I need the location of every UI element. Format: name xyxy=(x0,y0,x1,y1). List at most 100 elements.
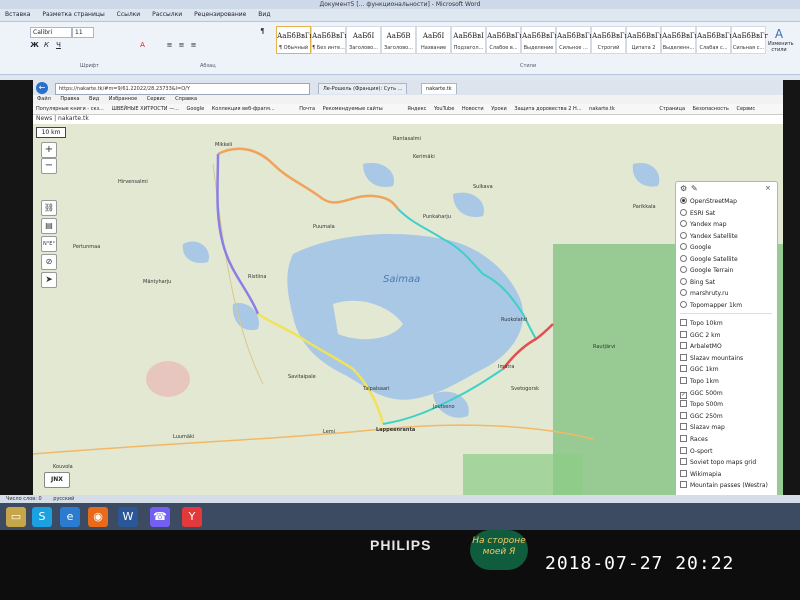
favorite-link[interactable]: ШВЕЙНЫЕ ХИТРОСТИ —... xyxy=(112,106,179,112)
coordinates-icon[interactable]: N°E° xyxy=(41,236,57,252)
ribbon-tab-references[interactable]: Ссылки xyxy=(117,10,141,20)
checkbox[interactable] xyxy=(680,423,687,431)
overlay-layer-option[interactable]: Soviet topo maps grid xyxy=(680,457,756,468)
align-left-button[interactable]: ≡ xyxy=(165,41,174,50)
checkbox[interactable] xyxy=(680,469,687,477)
radio-button[interactable] xyxy=(680,208,687,216)
style-item[interactable]: АаБбВвГг Сильное ... xyxy=(556,26,593,54)
favorite-link[interactable]: Уроки xyxy=(491,106,507,112)
overlay-layer-option[interactable]: Topo 500m xyxy=(680,399,723,410)
toolbar-security[interactable]: Безопасность xyxy=(693,106,729,112)
explorer-folder-icon[interactable]: ▭ xyxy=(6,507,26,527)
favorite-link[interactable]: YouTube xyxy=(434,106,454,112)
checkbox[interactable] xyxy=(680,400,687,408)
viber-icon[interactable]: ☎ xyxy=(150,507,170,527)
favorite-link[interactable]: Новости xyxy=(462,106,484,112)
align-right-button[interactable]: ≡ xyxy=(189,41,198,50)
underline-button[interactable]: Ч xyxy=(54,41,63,50)
checkbox[interactable] xyxy=(680,365,687,373)
favorite-link[interactable]: Google xyxy=(187,106,205,112)
style-item[interactable]: АаБбВ Заголово... xyxy=(381,26,416,54)
radio-button[interactable] xyxy=(680,254,687,262)
radio-button[interactable] xyxy=(680,243,687,250)
overlay-layer-option[interactable]: Races xyxy=(680,434,708,445)
change-styles-button[interactable]: A Изменить стили xyxy=(768,27,794,57)
url-input[interactable]: https://nakarte.tk/#m=9/61.22022/28.2373… xyxy=(55,83,310,95)
word-icon[interactable]: W xyxy=(118,507,138,527)
toolbar-tools[interactable]: Сервис xyxy=(736,106,755,112)
style-item[interactable]: АаБбВвГг ¶ Без инте... xyxy=(311,26,348,54)
overlay-layer-option[interactable]: GGC 2 km xyxy=(680,330,720,341)
checkbox[interactable] xyxy=(680,330,687,338)
base-layer-option[interactable]: Yandex Satellite xyxy=(680,231,738,242)
gear-icon[interactable]: ⚙ xyxy=(680,184,687,193)
checkbox[interactable]: ✓ xyxy=(680,391,687,399)
menu-view[interactable]: Вид xyxy=(89,96,99,102)
style-item[interactable]: АаБбВвГг Цитата 2 xyxy=(626,26,663,54)
favorite-link[interactable]: Популярные книги - скз... xyxy=(36,106,104,112)
overlay-layer-option[interactable]: ✓ GGC 500m xyxy=(680,388,723,399)
checkbox[interactable] xyxy=(680,411,687,419)
jnx-button[interactable]: JNX xyxy=(44,472,70,488)
menu-favorites[interactable]: Избранное xyxy=(109,96,137,102)
radio-button[interactable] xyxy=(680,266,687,273)
style-item[interactable]: АаБбI Заголово... xyxy=(346,26,381,54)
overlay-layer-option[interactable]: Topo 1km xyxy=(680,376,719,387)
favorite-link[interactable]: Защита доровества 2 Н... xyxy=(514,106,581,112)
checkbox[interactable] xyxy=(680,481,687,489)
radio-button[interactable] xyxy=(680,197,687,204)
layers-stack-icon[interactable]: ▤ xyxy=(41,218,57,234)
back-arrow-icon[interactable]: ← xyxy=(36,82,48,94)
overlay-layer-option[interactable]: Slazav mountains xyxy=(680,353,743,364)
base-layer-option[interactable]: marshruty.ru xyxy=(680,288,728,299)
radio-button[interactable] xyxy=(680,231,687,239)
pencil-icon[interactable]: ✎ xyxy=(691,184,698,193)
italic-button[interactable]: К xyxy=(42,41,51,50)
checkbox[interactable] xyxy=(680,377,687,384)
checkbox[interactable] xyxy=(680,435,687,442)
browser-tab-nakarte[interactable]: nakarte.tk xyxy=(421,83,457,94)
overlay-layer-option[interactable]: GGC 250m xyxy=(680,411,723,422)
style-item[interactable]: АаБбI Название xyxy=(416,26,451,54)
favorite-link[interactable]: Яндекс xyxy=(407,106,426,112)
base-layer-option[interactable]: Google Satellite xyxy=(680,254,738,265)
pilcrow-icon[interactable]: ¶ xyxy=(258,27,267,36)
menu-help[interactable]: Справка xyxy=(175,96,197,102)
overlay-layer-option[interactable]: Slazav map xyxy=(680,422,725,433)
locate-arrow-icon[interactable]: ➤ xyxy=(41,272,57,288)
firefox-icon[interactable]: ◉ xyxy=(88,507,108,527)
radio-button[interactable] xyxy=(680,277,687,285)
style-item[interactable]: АаБбВвГг Слабое в... xyxy=(486,26,523,54)
browser-tab-article[interactable]: Ле-Рошель (Франция): Суть ... xyxy=(318,83,408,94)
base-layer-option[interactable]: Google Terrain xyxy=(680,265,733,276)
satellite-icon[interactable]: ⛓ xyxy=(41,200,57,216)
style-item[interactable]: АаБбВвГг Сильная с... xyxy=(731,26,768,54)
style-item[interactable]: АаБбВвГг ¶ Обычный xyxy=(276,26,313,54)
favorite-link[interactable]: Почта xyxy=(299,106,315,112)
menu-edit[interactable]: Правка xyxy=(60,96,79,102)
align-center-button[interactable]: ≡ xyxy=(177,41,186,50)
yandex-browser-icon[interactable]: Y xyxy=(182,507,202,527)
toolbar-page[interactable]: Страница xyxy=(659,106,685,112)
overlay-layer-option[interactable]: Topo 10km xyxy=(680,318,723,329)
favorite-link[interactable]: Рекомендуемые сайты xyxy=(323,106,383,112)
base-layer-option[interactable]: Bing Sat xyxy=(680,277,715,288)
radio-button[interactable] xyxy=(680,289,687,296)
base-layer-option[interactable]: ESRI Sat xyxy=(680,208,715,219)
ribbon-tab-layout[interactable]: Разметка страницы xyxy=(42,10,104,20)
checkbox[interactable] xyxy=(680,458,687,466)
base-layer-option[interactable]: Yandex map xyxy=(680,219,727,230)
style-item[interactable]: АаБбВвГг Выделенн... xyxy=(661,26,698,54)
close-icon[interactable]: × xyxy=(765,184,771,192)
internet-explorer-icon[interactable]: e xyxy=(60,507,80,527)
overlay-layer-option[interactable]: Mountain passes (Westra) xyxy=(680,480,768,491)
favorite-link[interactable]: nakarte.tk xyxy=(589,106,615,112)
menu-file[interactable]: Файл xyxy=(37,96,51,102)
style-item[interactable]: АаБбВвГг Строгий xyxy=(591,26,628,54)
ribbon-tab-insert[interactable]: Вставка xyxy=(5,10,30,20)
radio-button[interactable] xyxy=(680,220,687,227)
overlay-layer-option[interactable]: ArbaletMO xyxy=(680,341,722,352)
checkbox[interactable] xyxy=(680,342,687,350)
checkbox[interactable] xyxy=(680,353,687,361)
style-item[interactable]: АаБбВвГг Слабая с... xyxy=(696,26,733,54)
